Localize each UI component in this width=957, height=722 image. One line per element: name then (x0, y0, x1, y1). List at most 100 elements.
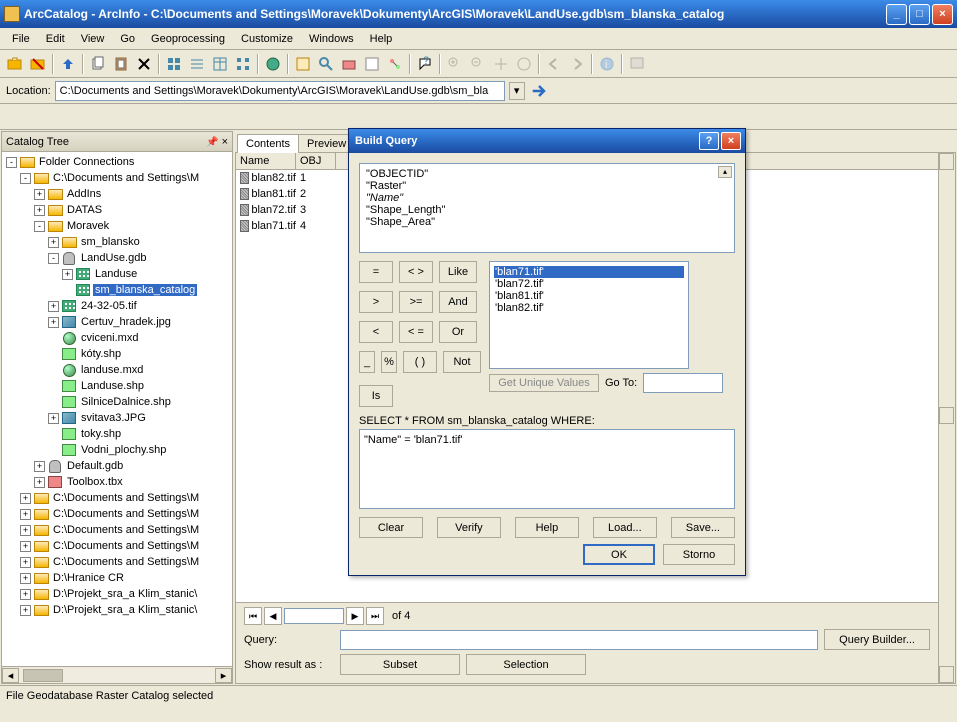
pan-icon[interactable] (490, 53, 512, 75)
save-button[interactable]: Save... (671, 517, 735, 538)
load-button[interactable]: Load... (593, 517, 657, 538)
op-or[interactable]: Or (439, 321, 477, 343)
expand-icon[interactable]: + (34, 461, 45, 472)
tree-node[interactable]: landuse.mxd (4, 362, 230, 378)
where-textarea[interactable]: "Name" = 'blan71.tif' (359, 429, 735, 509)
tree-node[interactable]: +C:\Documents and Settings\M (4, 490, 230, 506)
ok-button[interactable]: OK (583, 544, 655, 565)
expand-icon[interactable]: + (48, 317, 59, 328)
value-item[interactable]: 'blan71.tif' (494, 266, 684, 278)
toolbox-icon[interactable] (338, 53, 360, 75)
op-not[interactable]: Not (443, 351, 481, 373)
field-item[interactable]: "Name" (364, 192, 730, 204)
op-lte[interactable]: < = (399, 321, 433, 343)
expand-icon[interactable]: + (20, 557, 31, 568)
field-item[interactable]: "Shape_Area" (364, 216, 730, 228)
modelbuilder-icon[interactable] (384, 53, 406, 75)
disconnect-folder-icon[interactable] (27, 53, 49, 75)
scroll-mid-icon[interactable] (939, 407, 954, 424)
tree-node[interactable]: +DATAS (4, 202, 230, 218)
arcmap-icon[interactable] (262, 53, 284, 75)
tree-node[interactable]: -Moravek (4, 218, 230, 234)
menu-go[interactable]: Go (112, 31, 143, 47)
pin-icon[interactable]: 📌 (206, 137, 218, 148)
op-gte[interactable]: >= (399, 291, 433, 313)
tree-node[interactable]: +sm_blansko (4, 234, 230, 250)
paste-icon[interactable] (110, 53, 132, 75)
location-input[interactable] (55, 81, 505, 101)
prev-record-button[interactable]: ◀ (264, 607, 282, 625)
tab-contents[interactable]: Contents (237, 134, 299, 153)
location-dropdown-icon[interactable]: ▾ (509, 82, 525, 100)
menu-edit[interactable]: Edit (38, 31, 73, 47)
values-listbox[interactable]: 'blan71.tif''blan72.tif''blan81.tif''bla… (489, 261, 689, 369)
zoom-out-icon[interactable] (467, 53, 489, 75)
tree-node[interactable]: -Folder Connections (4, 154, 230, 170)
create-thumbnail-icon[interactable] (626, 53, 648, 75)
expand-icon[interactable]: + (34, 189, 45, 200)
tree-node[interactable]: +D:\Hranice CR (4, 570, 230, 586)
menu-geoprocessing[interactable]: Geoprocessing (143, 31, 233, 47)
content-vscrollbar[interactable] (938, 153, 955, 683)
op-notequals[interactable]: < > (399, 261, 433, 283)
last-record-button[interactable]: ⏭ (366, 607, 384, 625)
expand-icon[interactable]: + (20, 605, 31, 616)
tree-node[interactable]: +Landuse (4, 266, 230, 282)
scroll-up-icon[interactable] (939, 153, 954, 170)
cancel-button[interactable]: Storno (663, 544, 735, 565)
tab-preview[interactable]: Preview (298, 134, 355, 153)
op-equals[interactable]: = (359, 261, 393, 283)
up-icon[interactable] (57, 53, 79, 75)
tree-node[interactable]: +C:\Documents and Settings\M (4, 522, 230, 538)
full-extent-icon[interactable] (513, 53, 535, 75)
op-gt[interactable]: > (359, 291, 393, 313)
tree-node[interactable]: +Default.gdb (4, 458, 230, 474)
minimize-button[interactable]: _ (886, 4, 907, 25)
expand-icon[interactable]: + (20, 493, 31, 504)
fields-scroll-up-icon[interactable]: ▴ (718, 166, 732, 178)
expand-icon[interactable]: + (20, 589, 31, 600)
tree-node[interactable]: +C:\Documents and Settings\M (4, 506, 230, 522)
tree-node[interactable]: +Toolbox.tbx (4, 474, 230, 490)
back-icon[interactable] (543, 53, 565, 75)
op-is[interactable]: Is (359, 385, 393, 407)
field-item[interactable]: "Shape_Length" (364, 204, 730, 216)
op-percent[interactable]: % (381, 351, 397, 373)
scroll-right-icon[interactable]: ▸ (215, 668, 232, 683)
catalog-tree[interactable]: -Folder Connections-C:\Documents and Set… (2, 152, 232, 666)
tree-node[interactable]: -C:\Documents and Settings\M (4, 170, 230, 186)
scroll-left-icon[interactable]: ◂ (2, 668, 19, 683)
copy-icon[interactable] (87, 53, 109, 75)
menu-file[interactable]: File (4, 31, 38, 47)
op-and[interactable]: And (439, 291, 477, 313)
expand-icon[interactable]: + (62, 269, 73, 280)
close-button[interactable]: × (932, 4, 953, 25)
delete-icon[interactable] (133, 53, 155, 75)
menu-help[interactable]: Help (362, 31, 401, 47)
dialog-titlebar[interactable]: Build Query ? × (349, 129, 745, 153)
tree-node[interactable]: cviceni.mxd (4, 330, 230, 346)
tree-hscrollbar[interactable]: ◂ ▸ (2, 666, 232, 683)
tree-node[interactable]: Landuse.shp (4, 378, 230, 394)
tree-node[interactable]: +Certuv_hradek.jpg (4, 314, 230, 330)
go-icon[interactable] (529, 81, 549, 101)
op-like[interactable]: Like (439, 261, 477, 283)
verify-button[interactable]: Verify (437, 517, 501, 538)
query-input[interactable] (340, 630, 818, 650)
expand-icon[interactable]: - (6, 157, 17, 168)
tree-node[interactable]: +AddIns (4, 186, 230, 202)
tree-node[interactable]: +svitava3.JPG (4, 410, 230, 426)
expand-icon[interactable]: + (20, 525, 31, 536)
fields-listbox[interactable]: ▴ "OBJECTID""Raster""Name""Shape_Length"… (359, 163, 735, 253)
python-icon[interactable] (361, 53, 383, 75)
scroll-down-icon[interactable] (939, 666, 954, 683)
expand-icon[interactable]: - (34, 221, 45, 232)
tree-node[interactable]: Vodni_plochy.shp (4, 442, 230, 458)
dialog-help-button[interactable]: ? (699, 132, 719, 150)
expand-icon[interactable]: + (48, 237, 59, 248)
value-item[interactable]: 'blan72.tif' (494, 278, 684, 290)
field-item[interactable]: "Raster" (364, 180, 730, 192)
zoom-in-icon[interactable] (444, 53, 466, 75)
col-name[interactable]: Name (236, 153, 296, 169)
panel-close-icon[interactable]: × (222, 136, 228, 148)
